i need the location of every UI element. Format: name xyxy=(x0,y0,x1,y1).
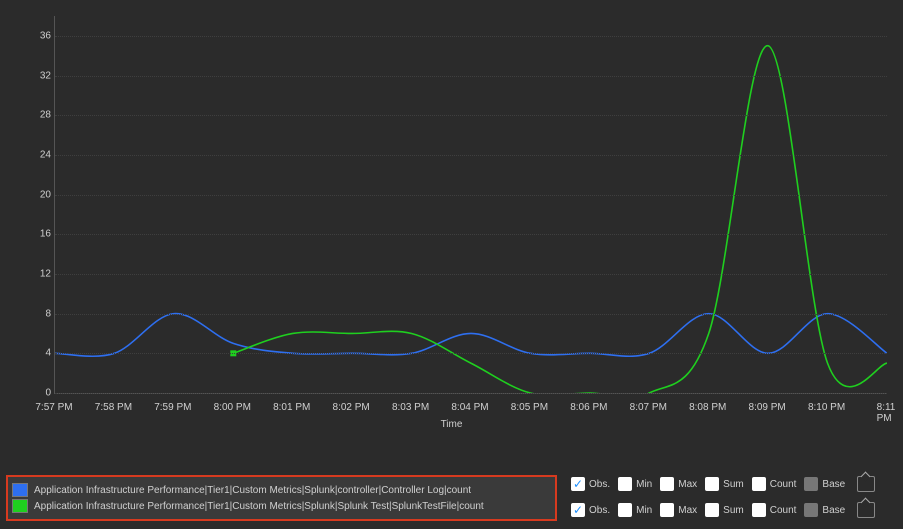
y-tick: 28 xyxy=(27,110,51,121)
legend-box: Application Infrastructure Performance|T… xyxy=(6,475,557,521)
series-options-panel: Obs. Min Max Sum Count Base Obs. Min Max Sum Count… xyxy=(567,471,897,523)
base-label: Base xyxy=(822,505,845,516)
series-line xyxy=(233,46,887,393)
plot: 04812162024283236 xyxy=(54,16,887,394)
x-tick: 8:00 PM xyxy=(214,402,251,413)
chart-lines xyxy=(55,16,887,393)
gridline xyxy=(55,353,887,354)
y-tick: 0 xyxy=(27,388,51,399)
sum-label: Sum xyxy=(723,505,744,516)
x-tick: 8:07 PM xyxy=(630,402,667,413)
base-checkbox xyxy=(804,503,818,517)
legend-swatch xyxy=(12,499,28,513)
min-checkbox[interactable] xyxy=(618,477,632,491)
x-tick: 8:04 PM xyxy=(451,402,488,413)
sum-checkbox[interactable] xyxy=(705,477,719,491)
sum-checkbox[interactable] xyxy=(705,503,719,517)
legend-item[interactable]: Application Infrastructure Performance|T… xyxy=(12,499,551,513)
y-tick: 4 xyxy=(27,348,51,359)
max-label: Max xyxy=(678,505,697,516)
x-tick: 8:01 PM xyxy=(273,402,310,413)
obs-label: Obs. xyxy=(589,479,610,490)
obs-checkbox[interactable] xyxy=(571,503,585,517)
y-tick: 24 xyxy=(27,149,51,160)
export-icon[interactable] xyxy=(857,476,875,492)
max-label: Max xyxy=(678,479,697,490)
gridline xyxy=(55,155,887,156)
count-label: Count xyxy=(770,479,797,490)
gridline xyxy=(55,76,887,77)
min-label: Min xyxy=(636,505,652,516)
x-tick: 7:57 PM xyxy=(35,402,72,413)
y-tick: 32 xyxy=(27,70,51,81)
count-checkbox[interactable] xyxy=(752,503,766,517)
base-checkbox xyxy=(804,477,818,491)
x-tick: 8:08 PM xyxy=(689,402,726,413)
obs-label: Obs. xyxy=(589,505,610,516)
legend-swatch xyxy=(12,483,28,497)
min-label: Min xyxy=(636,479,652,490)
base-label: Base xyxy=(822,479,845,490)
gridline xyxy=(55,115,887,116)
x-axis-ticks: 7:57 PM7:58 PM7:59 PM8:00 PM8:01 PM8:02 … xyxy=(54,402,887,416)
x-tick: 8:02 PM xyxy=(333,402,370,413)
gridline xyxy=(55,314,887,315)
options-row: Obs. Min Max Sum Count Base xyxy=(567,497,897,523)
x-tick: 8:09 PM xyxy=(749,402,786,413)
y-tick: 20 xyxy=(27,189,51,200)
series-line xyxy=(55,314,887,357)
y-tick: 36 xyxy=(27,30,51,41)
export-icon[interactable] xyxy=(857,502,875,518)
max-checkbox[interactable] xyxy=(660,503,674,517)
max-checkbox[interactable] xyxy=(660,477,674,491)
y-tick: 16 xyxy=(27,229,51,240)
min-checkbox[interactable] xyxy=(618,503,632,517)
count-label: Count xyxy=(770,505,797,516)
gridline xyxy=(55,274,887,275)
y-tick: 8 xyxy=(27,308,51,319)
gridline xyxy=(55,36,887,37)
x-axis-label: Time xyxy=(10,419,893,430)
y-tick: 12 xyxy=(27,268,51,279)
gridline xyxy=(55,234,887,235)
chart-area: 04812162024283236 7:57 PM7:58 PM7:59 PM8… xyxy=(10,10,893,430)
x-tick: 8:10 PM xyxy=(808,402,845,413)
x-tick: 7:58 PM xyxy=(95,402,132,413)
obs-checkbox[interactable] xyxy=(571,477,585,491)
x-tick: 8:06 PM xyxy=(570,402,607,413)
x-tick: 8:03 PM xyxy=(392,402,429,413)
legend-label: Application Infrastructure Performance|T… xyxy=(34,485,551,496)
x-tick: 7:59 PM xyxy=(154,402,191,413)
legend-container: Application Infrastructure Performance|T… xyxy=(6,475,557,521)
gridline xyxy=(55,195,887,196)
options-row: Obs. Min Max Sum Count Base xyxy=(567,471,897,497)
sum-label: Sum xyxy=(723,479,744,490)
count-checkbox[interactable] xyxy=(752,477,766,491)
gridline xyxy=(55,393,887,394)
legend-item[interactable]: Application Infrastructure Performance|T… xyxy=(12,483,551,497)
legend-label: Application Infrastructure Performance|T… xyxy=(34,501,551,512)
x-tick: 8:05 PM xyxy=(511,402,548,413)
